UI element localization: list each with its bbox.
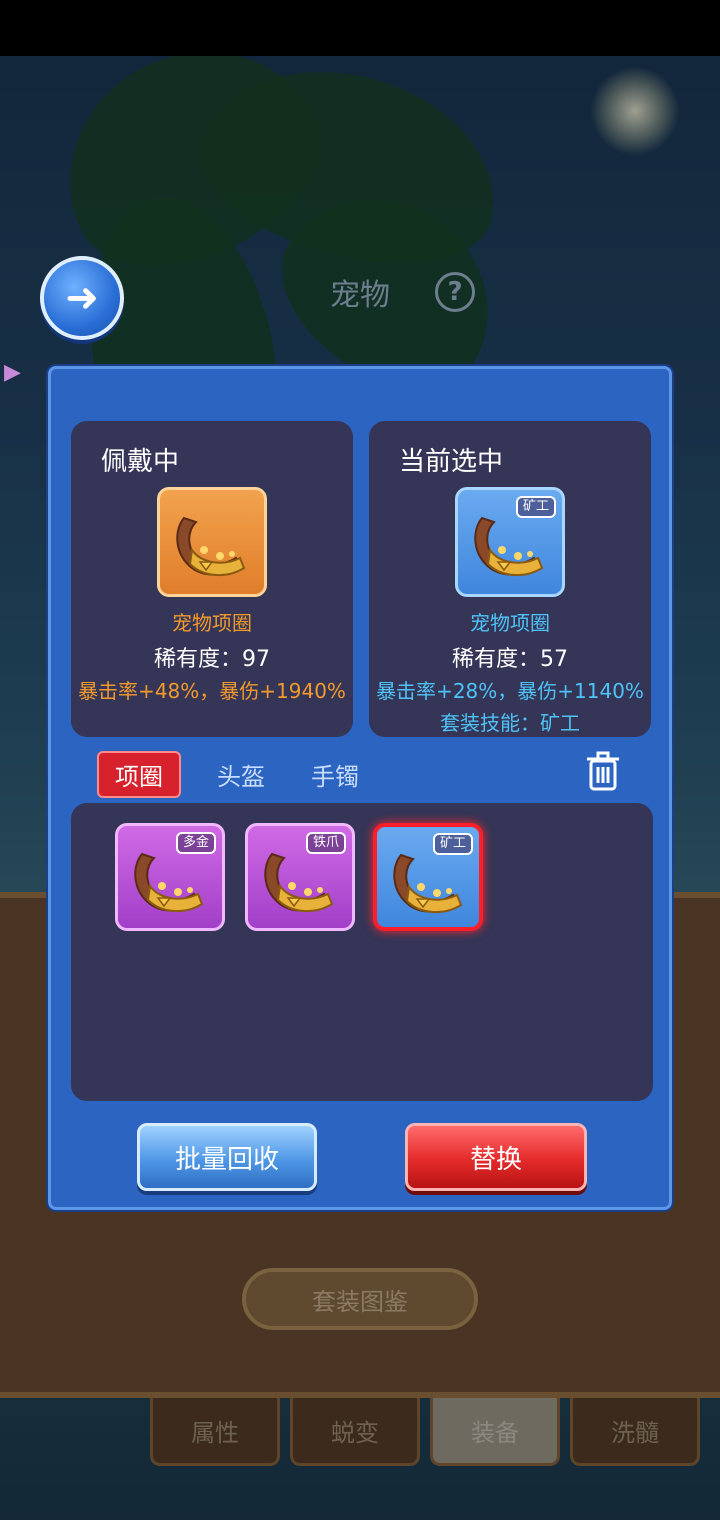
equipped-heading: 佩戴中 bbox=[101, 447, 180, 477]
inventory-slot[interactable]: 多金 bbox=[115, 823, 225, 931]
selected-stats: 暴击率+28%，暴伤+1140% bbox=[376, 679, 644, 703]
selected-card: 当前选中 矿工 宠物项圈 稀有度：57 暴击率+28%，暴伤+1140% 套装技… bbox=[369, 421, 651, 737]
suit-catalog-button[interactable]: 套装图鉴 bbox=[242, 1268, 478, 1330]
bottom-tab-attributes[interactable]: 属性 bbox=[150, 1398, 280, 1466]
question-mark-icon[interactable]: ? bbox=[435, 272, 475, 312]
collar-icon bbox=[387, 847, 471, 917]
item-tag: 矿工 bbox=[432, 833, 473, 855]
bottom-tab-bar: 属性 蜕变 装备 洗髓 bbox=[150, 1398, 710, 1466]
equipped-item-slot[interactable] bbox=[157, 487, 267, 597]
item-tag: 铁爪 bbox=[305, 832, 346, 854]
trash-icon[interactable] bbox=[581, 749, 625, 793]
selected-rarity: 稀有度：57 bbox=[452, 647, 568, 672]
collar-icon bbox=[128, 846, 212, 916]
selected-item-name: 宠物项圈 bbox=[470, 611, 550, 635]
batch-recycle-button[interactable]: 批量回收 bbox=[137, 1123, 317, 1191]
bottom-tab-refine[interactable]: 洗髓 bbox=[570, 1398, 700, 1466]
replace-button[interactable]: 替换 bbox=[405, 1123, 587, 1191]
status-bar bbox=[0, 0, 720, 56]
side-arrow-icon: ▶ bbox=[4, 360, 21, 385]
equipped-item-name: 宠物项圈 bbox=[172, 611, 252, 635]
equipped-rarity: 稀有度：97 bbox=[154, 647, 270, 672]
inventory-slot[interactable]: 铁爪 bbox=[245, 823, 355, 931]
collar-icon bbox=[170, 510, 254, 580]
bottom-tab-equipment[interactable]: 装备 bbox=[430, 1398, 560, 1466]
equipped-card: 佩戴中 宠物项圈 稀有度：97 暴击率+48%，暴伤+1940% bbox=[71, 421, 353, 737]
selected-heading: 当前选中 bbox=[399, 447, 504, 477]
page-title: 宠物 bbox=[330, 278, 390, 313]
selected-item-slot[interactable]: 矿工 bbox=[455, 487, 565, 597]
bottom-tab-transform[interactable]: 蜕变 bbox=[290, 1398, 420, 1466]
selected-skill: 套装技能：矿工 bbox=[440, 711, 580, 735]
pet-equipment-dialog: 佩戴中 宠物项圈 稀有度：97 暴击率+48%，暴伤+1940% 当前选中 矿工… bbox=[48, 366, 672, 1210]
item-tag: 多金 bbox=[175, 832, 216, 854]
inventory-slot-selected[interactable]: 矿工 bbox=[373, 823, 483, 931]
equipment-type-tabs: 项圈 头盔 手镯 bbox=[97, 751, 405, 798]
tab-helmet[interactable]: 头盔 bbox=[217, 757, 265, 792]
tab-bracelet[interactable]: 手镯 bbox=[311, 757, 359, 792]
equipped-stats: 暴击率+48%，暴伤+1940% bbox=[78, 679, 346, 703]
tab-collar[interactable]: 项圈 bbox=[97, 751, 181, 798]
collar-icon bbox=[468, 510, 552, 580]
back-button[interactable]: ➜ bbox=[40, 256, 124, 340]
back-arrow-icon: ➜ bbox=[65, 275, 99, 321]
item-tag: 矿工 bbox=[515, 496, 556, 518]
inventory-grid: 多金 铁爪 矿工 bbox=[71, 803, 653, 1101]
collar-icon bbox=[258, 846, 342, 916]
